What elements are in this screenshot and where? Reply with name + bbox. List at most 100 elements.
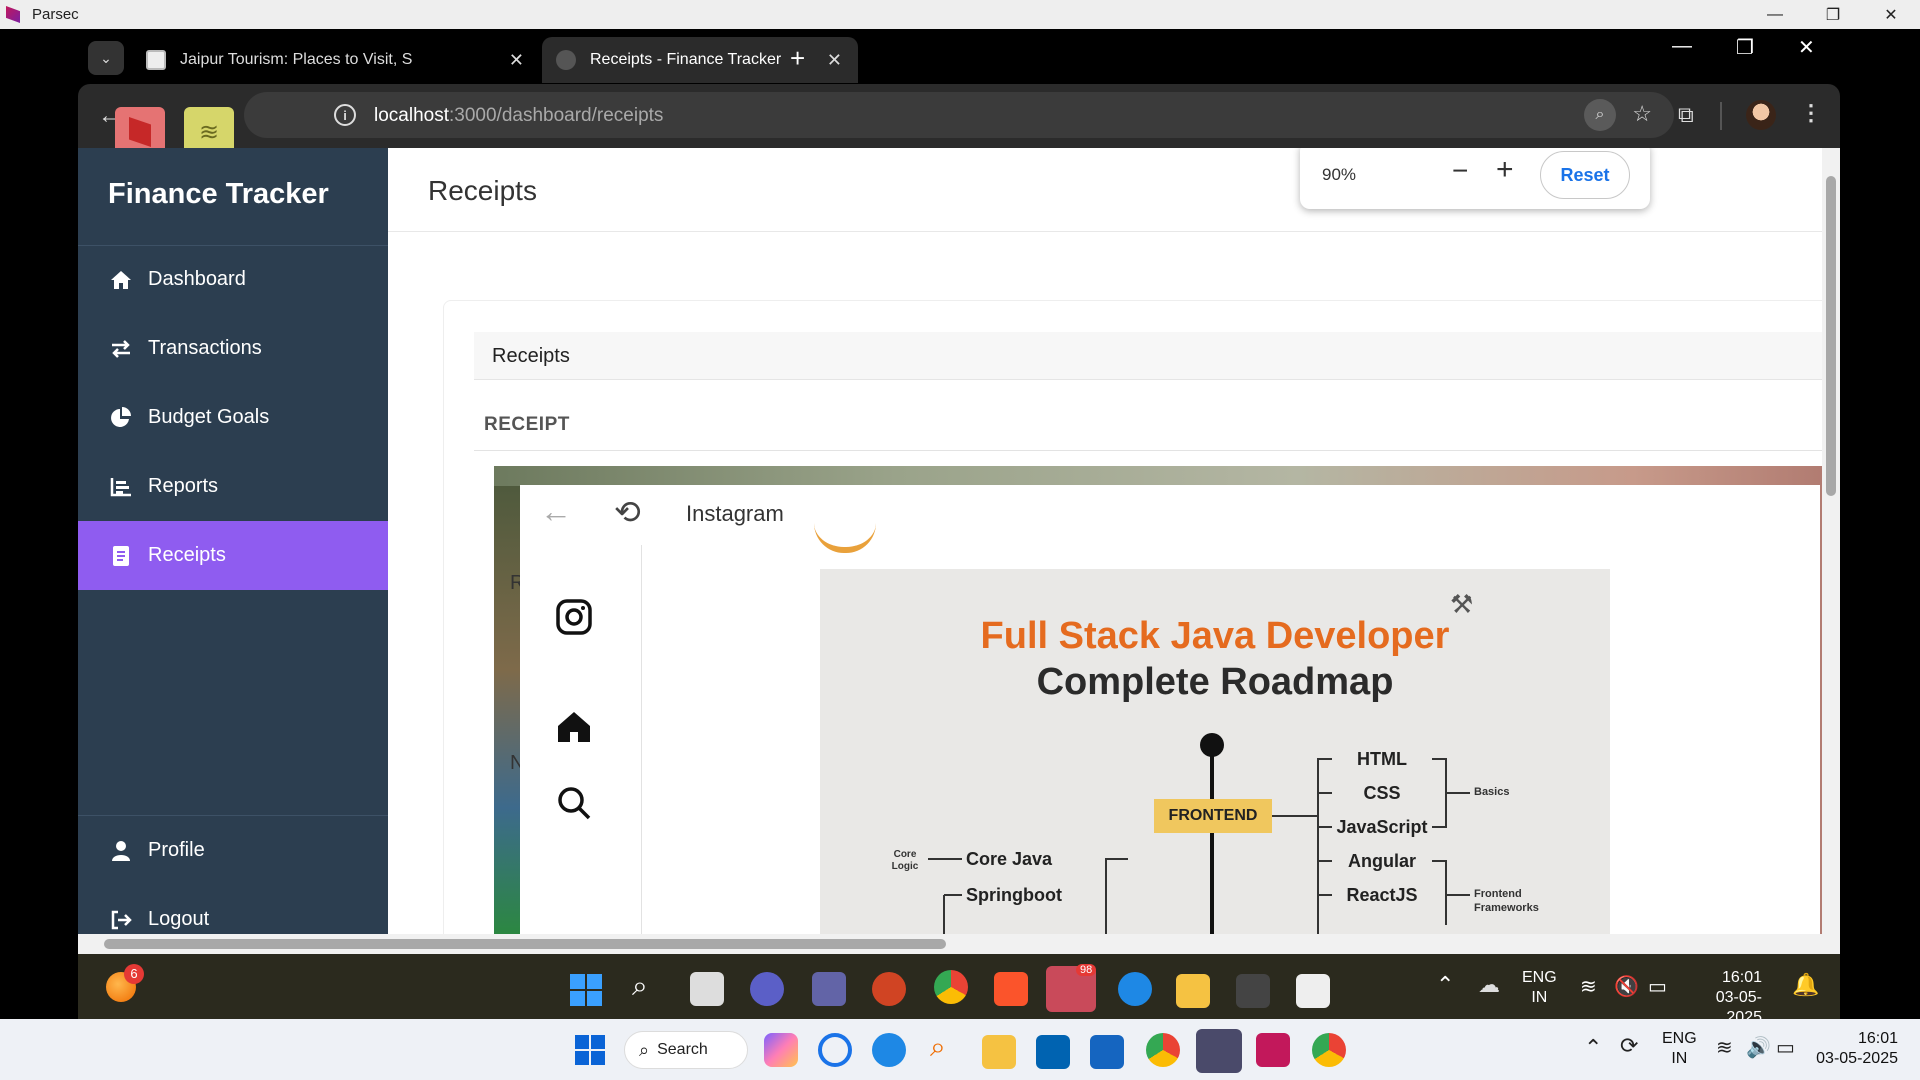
close-button[interactable]: ✕ [1862,0,1920,29]
brand-title: Finance Tracker [108,178,329,210]
store-icon[interactable] [1036,1035,1070,1069]
sidebar-item-profile[interactable]: Profile [78,816,388,885]
tab-receipts[interactable]: Receipts - Finance Tracker ✕ [542,37,858,83]
tab-jaipur[interactable]: Jaipur Tourism: Places to Visit, S ✕ [132,37,540,83]
site-info-icon[interactable]: i [334,104,356,126]
edge-icon[interactable] [872,1033,906,1067]
battery-icon[interactable]: ▭ [1648,974,1667,999]
extensions-icon[interactable]: ⧉ [1678,102,1694,128]
sidebar-item-receipts[interactable]: Receipts [78,521,388,590]
vscode-icon[interactable] [1196,1029,1242,1073]
time: 16:01 [1857,1030,1898,1047]
cortana-icon[interactable] [818,1033,852,1067]
sidebar-item-reports[interactable]: Reports [78,452,388,521]
new-tab-icon[interactable]: + [790,43,805,74]
cloud-icon[interactable]: ☁ [1478,972,1500,998]
wifi-icon[interactable]: ≋ [1716,1035,1733,1060]
zoom-in-button[interactable]: + [1496,153,1514,187]
brave-icon[interactable] [994,972,1028,1006]
region-code: IN [1531,989,1548,1006]
phone-link-icon[interactable] [1090,1035,1124,1069]
terminal-icon[interactable] [1236,974,1270,1008]
powerpoint-icon[interactable] [872,972,906,1006]
sync-icon[interactable]: ⟳ [1620,1033,1638,1059]
chrome-icon[interactable] [1146,1033,1180,1067]
scrollbar-thumb[interactable] [104,939,946,949]
chevron-up-icon[interactable]: ⌃ [1584,1035,1602,1061]
scrollbar-thumb[interactable] [1826,176,1836,496]
instagram-sidebar [520,545,642,934]
edge-icon[interactable] [1118,972,1152,1006]
app-icon[interactable] [1296,974,1330,1008]
clock[interactable]: 16:01 03-05-2025 [1812,1029,1898,1069]
browser-close-icon[interactable]: ✕ [1798,35,1815,60]
toolbar-divider [1720,102,1722,130]
sidebar-item-label: Reports [148,475,219,497]
exchange-icon [108,339,134,359]
search-app-icon[interactable]: ⌕ [930,1031,946,1064]
pie-chart-icon [108,406,134,429]
chevron-up-icon[interactable]: ⌃ [1436,972,1454,998]
language-indicator[interactable]: ENG IN [1522,968,1557,1008]
horizontal-scrollbar[interactable] [78,934,1840,954]
start-icon[interactable] [575,1035,605,1065]
chrome-icon[interactable] [934,970,968,1004]
roadmap-item: ReactJS [1346,885,1418,905]
refresh-icon: ⟲ [614,494,641,530]
zoom-out-button[interactable]: − [1452,155,1468,187]
tab-close-icon[interactable]: ✕ [827,50,842,71]
language-indicator[interactable]: ENG IN [1662,1029,1697,1069]
vertical-scrollbar[interactable] [1822,148,1840,934]
sidebar-item-label: Budget Goals [148,406,270,428]
browser-restore-icon[interactable]: ❐ [1736,35,1754,60]
task-view-icon[interactable] [690,972,724,1006]
mute-icon[interactable]: 🔇 [1614,974,1639,999]
address-bar[interactable]: i localhost:3000/dashboard/receipts ⌕ ☆ [244,92,1674,138]
search-icon [554,783,594,823]
search-box[interactable]: ⌕ Search [624,1031,748,1069]
bar-chart-icon [108,477,134,497]
page-content: Finance Tracker Dashboard Transactions B… [78,148,1840,934]
sidebar-item-dashboard[interactable]: Dashboard [78,245,388,314]
parsec-icon[interactable] [1256,1033,1290,1067]
frontend-label: FRONTEND [1168,807,1258,824]
browser-menu-icon[interactable]: ⋮ [1800,100,1822,126]
maximize-button[interactable]: ❐ [1804,0,1862,29]
volume-icon[interactable]: 🔊 [1746,1035,1771,1060]
language-code: ENG [1522,969,1557,986]
file-explorer-icon[interactable] [1176,974,1210,1008]
url-text[interactable]: localhost:3000/dashboard/receipts [374,105,663,127]
home-icon [108,270,134,290]
file-explorer-icon[interactable] [982,1035,1016,1069]
sidebar-item-logout[interactable]: Logout [78,885,388,934]
frontend-frameworks-label: Frontend Frameworks [1474,888,1539,914]
browser-minimize-icon[interactable]: — [1672,35,1692,58]
tab-close-icon[interactable]: ✕ [509,50,524,71]
profile-avatar[interactable] [1746,100,1776,130]
sidebar-item-budget-goals[interactable]: Budget Goals [78,383,388,452]
copilot-icon[interactable] [764,1033,798,1067]
instagram-title: Instagram [686,501,784,526]
wifi-icon[interactable]: ≋ [1580,974,1597,999]
teams-icon[interactable] [812,972,846,1006]
battery-icon[interactable]: ▭ [1776,1035,1795,1060]
sidebar-item-label: Profile [148,839,205,861]
search-icon[interactable]: ⌕ [632,970,648,1003]
bookmark-star-icon[interactable]: ☆ [1632,101,1652,127]
meet-icon[interactable] [750,972,784,1006]
zoom-icon[interactable]: ⌕ [1584,99,1616,131]
outer-window-controls: — ❐ ✕ [1746,0,1920,29]
roadmap-diagram [928,733,1470,934]
logout-icon [108,910,134,930]
sidebar-item-transactions[interactable]: Transactions [78,314,388,383]
zoom-reset-button[interactable]: Reset [1540,151,1630,199]
notification-icon[interactable]: 🔔 [1792,972,1819,998]
local-taskbar: ⌕ Search ⌕ ⌃ ⟳ ENG IN ≋ 🔊 ▭ 16:01 03-05-… [0,1019,1920,1080]
start-icon[interactable] [570,974,602,1006]
minimize-button[interactable]: — [1746,0,1804,29]
tab-bar: ⌄ Jaipur Tourism: Places to Visit, S ✕ R… [80,29,1840,83]
chrome-icon[interactable] [1312,1033,1346,1067]
core-logic-label: Core Logic [891,849,919,872]
tab-search-button[interactable]: ⌄ [88,41,124,75]
roadmap-item: Springboot [966,885,1062,905]
